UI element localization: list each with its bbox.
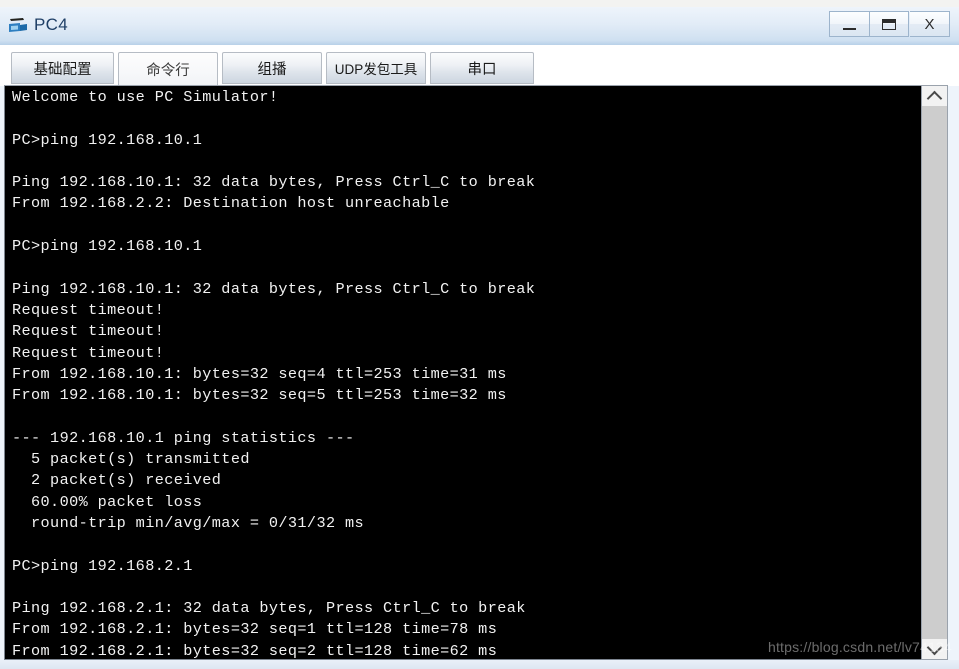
terminal-line: round-trip min/avg/max = 0/31/32 ms <box>12 513 365 532</box>
terminal-line: 2 packet(s) received <box>12 471 222 490</box>
terminal-line: Request timeout! <box>12 300 165 319</box>
terminal-line: Ping 192.168.10.1: 32 data bytes, Press … <box>12 173 536 192</box>
terminal-line: PC>ping 192.168.10.1 <box>12 130 203 149</box>
scroll-up-button[interactable] <box>922 86 947 106</box>
terminal-line: PC>ping 192.168.10.1 <box>12 237 203 256</box>
minimize-button[interactable] <box>829 11 869 37</box>
terminal-line: 60.00% packet loss <box>12 492 203 511</box>
terminal-text: Welcome to use PC Simulator! PC>ping 192.… <box>12 87 922 660</box>
tab-multicast[interactable]: 组播 <box>222 52 322 84</box>
terminal-output-pane[interactable]: Welcome to use PC Simulator! PC>ping 192.… <box>4 85 948 660</box>
terminal-line: Welcome to use PC Simulator! <box>12 88 279 106</box>
minimize-icon <box>830 12 869 36</box>
terminal-scrollbar[interactable] <box>921 85 948 660</box>
scroll-down-button[interactable] <box>922 639 947 659</box>
tab-basic-config[interactable]: 基础配置 <box>11 52 114 84</box>
window-titlebar: PC4 X <box>0 7 959 46</box>
close-icon: X <box>924 15 935 33</box>
terminal-line: PC>ping 192.168.2.1 <box>12 556 193 575</box>
terminal-line: Ping 192.168.2.1: 32 data bytes, Press C… <box>12 599 526 618</box>
terminal-line: Ping 192.168.10.1: 32 data bytes, Press … <box>12 279 536 298</box>
tab-bar: 基础配置 命令行 组播 UDP发包工具 串口 <box>0 45 959 86</box>
terminal-line: From 192.168.2.1: bytes=32 seq=1 ttl=128… <box>12 620 498 639</box>
terminal-line: From 192.168.10.1: bytes=32 seq=4 ttl=25… <box>12 364 507 383</box>
pc-simulator-window: PC4 X 基础配置 命令行 组播 UDP发包工具 串口 Welcome to … <box>0 7 959 669</box>
chevron-down-icon <box>926 639 943 655</box>
terminal-line: From 192.168.10.1: bytes=32 seq=5 ttl=25… <box>12 386 507 405</box>
close-button[interactable]: X <box>910 11 950 37</box>
terminal-line: --- 192.168.10.1 ping statistics --- <box>12 428 355 447</box>
window-title: PC4 <box>34 15 68 34</box>
terminal-line: Request timeout! <box>12 343 165 362</box>
pc-device-icon <box>7 15 29 37</box>
chevron-up-icon <box>926 90 943 106</box>
window-bottom-edge <box>0 660 959 669</box>
terminal-line: From 192.168.2.2: Destination host unrea… <box>12 194 450 213</box>
terminal-line: 5 packet(s) transmitted <box>12 450 250 469</box>
maximize-icon <box>870 12 908 36</box>
maximize-button[interactable] <box>869 11 909 37</box>
terminal-line: From 192.168.2.1: bytes=32 seq=2 ttl=128… <box>12 641 498 660</box>
tab-command-line[interactable]: 命令行 <box>118 52 218 86</box>
tab-udp-packet-tool[interactable]: UDP发包工具 <box>326 52 426 84</box>
tab-serial-port[interactable]: 串口 <box>430 52 534 84</box>
terminal-line: Request timeout! <box>12 322 165 341</box>
scrollbar-thumb[interactable] <box>922 106 947 641</box>
